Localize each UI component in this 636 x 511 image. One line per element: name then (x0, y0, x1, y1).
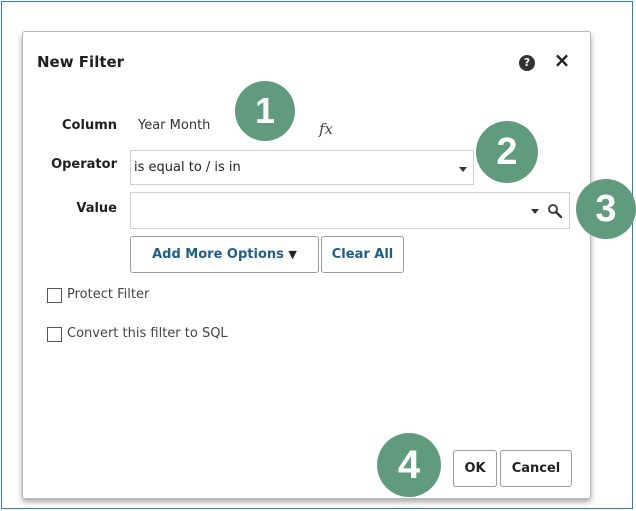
column-label: Column (62, 118, 117, 133)
protect-filter-label: Protect Filter (67, 287, 150, 302)
value-field (130, 192, 570, 229)
callout-marker-3: 3 (576, 179, 636, 239)
fx-icon[interactable]: fx (319, 120, 333, 138)
new-filter-dialog: New Filter ? × Column Year Month fx Oper… (22, 31, 591, 499)
ok-button[interactable]: OK (453, 450, 497, 487)
operator-select-value: is equal to / is in (134, 160, 241, 175)
caret-down-icon: ▼ (288, 248, 297, 261)
operator-label: Operator (51, 157, 117, 172)
convert-to-sql-label: Convert this filter to SQL (67, 326, 228, 341)
operator-select[interactable]: is equal to / is in (130, 150, 474, 185)
question-circle-icon[interactable]: ? (519, 55, 535, 71)
callout-marker-4: 4 (377, 433, 441, 497)
add-more-options-button[interactable]: Add More Options ▼ (130, 236, 319, 273)
column-value: Year Month (138, 118, 211, 133)
value-label: Value (76, 201, 117, 216)
protect-filter-checkbox[interactable] (47, 288, 62, 303)
dialog-title: New Filter (37, 53, 125, 71)
callout-marker-2: 2 (476, 121, 538, 183)
value-dropdown-icon[interactable] (531, 209, 539, 214)
convert-to-sql-checkbox[interactable] (47, 327, 62, 342)
add-more-options-label: Add More Options (152, 247, 284, 262)
close-icon[interactable]: × (553, 50, 571, 70)
clear-all-button[interactable]: Clear All (321, 236, 404, 273)
search-icon[interactable] (547, 203, 563, 219)
value-input[interactable] (131, 193, 521, 228)
chevron-down-icon (459, 167, 467, 172)
cancel-button[interactable]: Cancel (500, 450, 572, 487)
callout-marker-1: 1 (235, 81, 295, 141)
